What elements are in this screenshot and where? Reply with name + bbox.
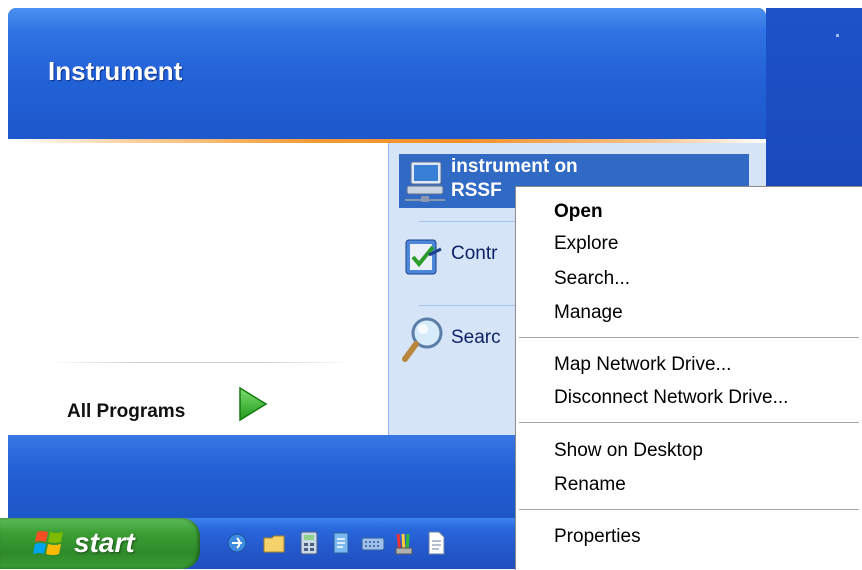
keyboard-icon[interactable] — [360, 530, 386, 556]
calculator-icon[interactable] — [298, 530, 320, 556]
left-pane-separator — [48, 362, 353, 363]
all-programs-button[interactable]: All Programs — [67, 401, 185, 423]
ie-icon[interactable] — [226, 530, 248, 556]
start-menu-user-title: Instrument — [48, 56, 183, 86]
context-menu-rename[interactable]: Rename — [554, 474, 626, 496]
desktop-pixel — [836, 34, 839, 37]
search-label: Searc — [451, 327, 501, 348]
context-menu: Open Explore Search... Manage Map Networ… — [515, 186, 862, 570]
start-menu-left-pane: All Programs — [8, 143, 388, 435]
network-drive-label-line1: instrument on — [451, 156, 578, 177]
context-menu-properties[interactable]: Properties — [554, 526, 641, 548]
context-menu-separator — [519, 337, 859, 338]
control-panel-icon — [405, 239, 442, 275]
context-menu-manage[interactable]: Manage — [554, 302, 623, 324]
paint-icon[interactable] — [393, 530, 415, 556]
context-menu-open[interactable]: Open — [554, 201, 603, 223]
control-panel-label: Contr — [451, 243, 498, 264]
context-menu-search[interactable]: Search... — [554, 268, 630, 290]
folder-icon[interactable] — [262, 530, 288, 556]
notepad-icon[interactable] — [330, 530, 352, 556]
start-menu-header: Instrument — [8, 8, 766, 139]
search-icon — [402, 317, 443, 362]
network-drive-icon — [405, 161, 445, 202]
all-programs-arrow-icon[interactable] — [237, 386, 269, 422]
context-menu-explore[interactable]: Explore — [554, 233, 618, 255]
context-menu-separator — [519, 422, 859, 423]
windows-logo-icon — [33, 531, 63, 555]
context-menu-separator — [519, 509, 859, 510]
context-menu-show-on-desktop[interactable]: Show on Desktop — [554, 440, 703, 462]
context-menu-disconnect-network-drive[interactable]: Disconnect Network Drive... — [554, 387, 788, 409]
context-menu-map-network-drive[interactable]: Map Network Drive... — [554, 354, 731, 376]
network-drive-label-line2: RSSF — [451, 180, 502, 201]
start-button-label: start — [74, 527, 135, 558]
document-icon[interactable] — [425, 530, 447, 556]
